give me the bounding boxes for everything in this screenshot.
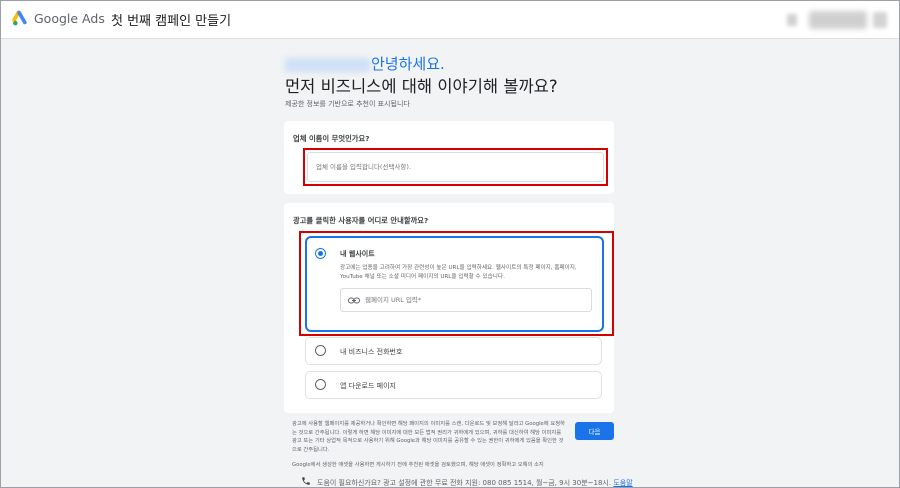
greeting-text: 안녕하세요.: [371, 55, 445, 73]
google-ads-logo-icon: [12, 10, 27, 26]
asset-note: Google에서 생성한 애셋을 사용하면 게시하기 전에 추천된 애셋을 검토…: [292, 462, 544, 468]
option-app-label: 앱 다운로드 페이지: [340, 382, 396, 390]
help-line: 도움이 필요하신가요? 광고 설정에 관한 무료 전화 지원: 080 085 …: [301, 476, 633, 488]
business-name-label: 업체 이름이 무엇인가요?: [293, 134, 370, 143]
highlight-box-business: [303, 148, 608, 186]
legal-text: 광고에 사용할 웹페이지를 제공하거나 확인하면 해당 페이지의 이미지를 스캔…: [292, 421, 565, 454]
account-info[interactable]: [787, 9, 887, 31]
phone-icon: [302, 477, 310, 485]
page-title: 첫 번째 캠페인 만들기: [111, 14, 232, 29]
user-name-redacted: [285, 57, 370, 72]
greeting: 안녕하세요.: [285, 53, 445, 74]
top-bar: Google Ads 첫 번째 캠페인 만들기: [1, 1, 899, 39]
main-question: 먼저 비즈니스에 대해 이야기해 볼까요?: [285, 77, 558, 96]
brand-name: Google Ads: [34, 11, 105, 26]
destination-label: 광고를 클릭한 사용자를 어디로 안내할까요?: [293, 216, 429, 225]
option-phone-label: 내 비즈니스 전화번호: [340, 348, 403, 356]
highlight-box-website: [299, 231, 614, 336]
radio-phone[interactable]: [315, 345, 326, 356]
help-text: 도움이 필요하신가요? 광고 설정에 관한 무료 전화 지원: 080 085 …: [317, 479, 612, 487]
account-icon: [787, 14, 797, 26]
avatar: [873, 12, 887, 28]
account-name: [809, 11, 867, 29]
subtitle: 제공한 정보를 기반으로 추천이 표시됩니다: [285, 100, 410, 108]
next-button[interactable]: 다음: [575, 422, 614, 440]
radio-app[interactable]: [315, 379, 326, 390]
help-link[interactable]: 도움말: [613, 479, 632, 487]
